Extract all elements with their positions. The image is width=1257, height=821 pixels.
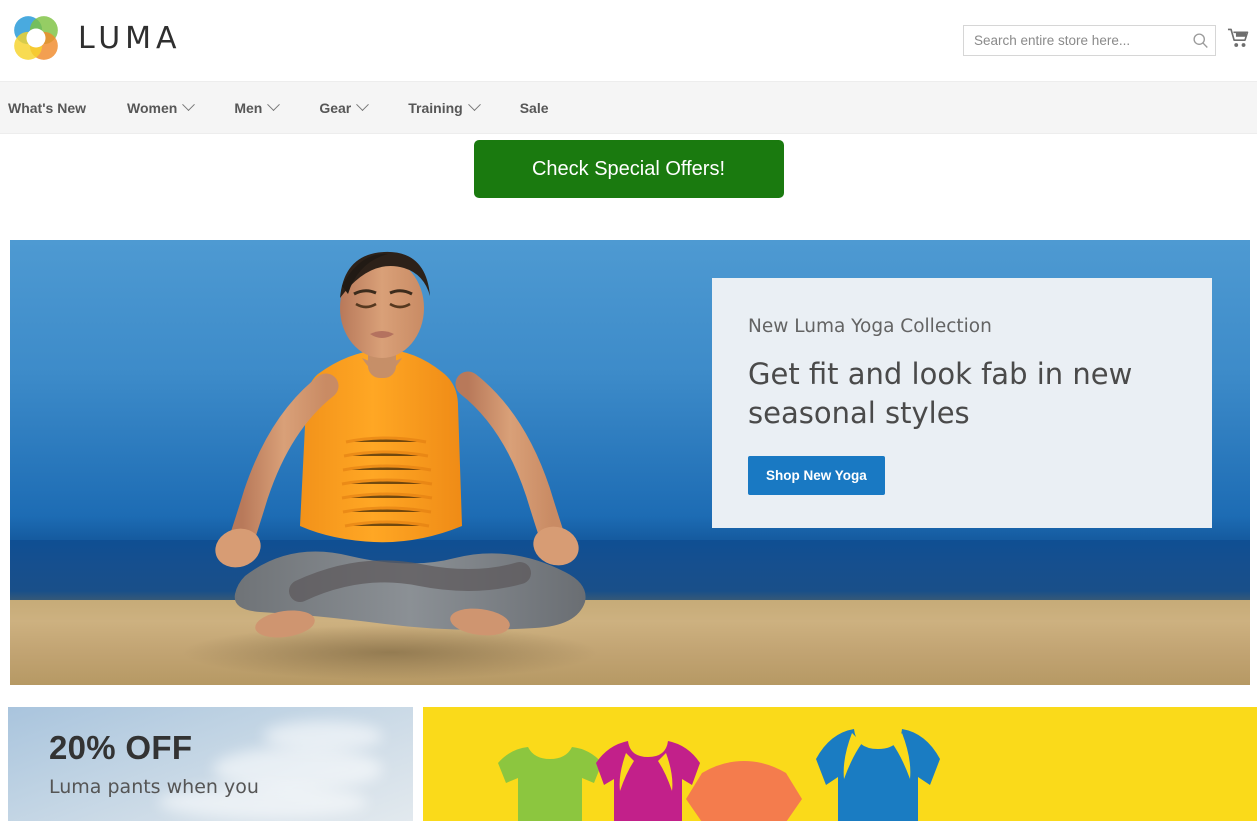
search-box[interactable] bbox=[963, 25, 1216, 56]
chevron-down-icon bbox=[182, 98, 196, 112]
nav-item-gear[interactable]: Gear bbox=[319, 82, 388, 133]
nav-item-women[interactable]: Women bbox=[127, 82, 214, 133]
hero-yoga-model-image bbox=[215, 251, 586, 638]
nav-item-training[interactable]: Training bbox=[408, 82, 499, 133]
nav-label: Sale bbox=[519, 99, 549, 116]
luma-flower-logo-icon bbox=[14, 16, 58, 60]
promo-tile-mix-and-match[interactable]: Even more ways to mix and match bbox=[423, 707, 1257, 821]
tank-top-orange bbox=[686, 761, 802, 821]
nav-label: Men bbox=[234, 99, 263, 116]
nav-item-whats-new[interactable]: What's New bbox=[8, 82, 107, 133]
shopping-cart-icon bbox=[1227, 28, 1248, 47]
chevron-down-icon bbox=[267, 98, 281, 112]
search-button[interactable] bbox=[1185, 26, 1215, 55]
main-navigation: What's New Women Men Gear Training Sale bbox=[0, 81, 1257, 134]
logo[interactable]: LUMA bbox=[8, 10, 182, 66]
special-offers-cta-container: Check Special Offers! bbox=[0, 140, 1257, 198]
hero-eyebrow: New Luma Yoga Collection bbox=[748, 316, 992, 337]
tank-tops-illustration bbox=[498, 729, 940, 821]
hero-banner[interactable]: New Luma Yoga Collection Get fit and loo… bbox=[10, 240, 1250, 685]
promo-tile-pants-discount[interactable]: 20% OFF Luma pants when you bbox=[8, 707, 413, 821]
search-icon bbox=[1192, 33, 1208, 48]
nav-label: Women bbox=[127, 99, 178, 116]
tank-top-green bbox=[498, 747, 602, 821]
tank-top-magenta bbox=[596, 741, 700, 821]
chevron-down-icon bbox=[356, 98, 370, 112]
nav-label: What's New bbox=[8, 99, 87, 116]
cloud-shape bbox=[263, 721, 383, 751]
shop-new-yoga-button[interactable]: Shop New Yoga bbox=[748, 456, 885, 496]
hero-text-panel: New Luma Yoga Collection Get fit and loo… bbox=[712, 278, 1212, 528]
search-input[interactable] bbox=[964, 26, 1185, 55]
promo-left-headline: 20% OFF bbox=[49, 729, 193, 766]
hero-heading: Get fit and look fab in new seasonal sty… bbox=[748, 357, 1133, 430]
site-header: LUMA bbox=[0, 0, 1257, 80]
cart-button[interactable] bbox=[1224, 24, 1254, 54]
promo-left-subtext: Luma pants when you bbox=[49, 776, 259, 798]
chevron-down-icon bbox=[467, 98, 481, 112]
nav-item-men[interactable]: Men bbox=[234, 82, 299, 133]
nav-label: Training bbox=[408, 99, 463, 116]
logo-text: LUMA bbox=[78, 20, 182, 56]
nav-label: Gear bbox=[319, 99, 352, 116]
tank-top-blue bbox=[816, 729, 940, 821]
nav-item-sale[interactable]: Sale bbox=[520, 82, 570, 133]
promo-left-text: 20% OFF Luma pants when you bbox=[49, 729, 259, 798]
check-special-offers-button[interactable]: Check Special Offers! bbox=[473, 140, 784, 198]
